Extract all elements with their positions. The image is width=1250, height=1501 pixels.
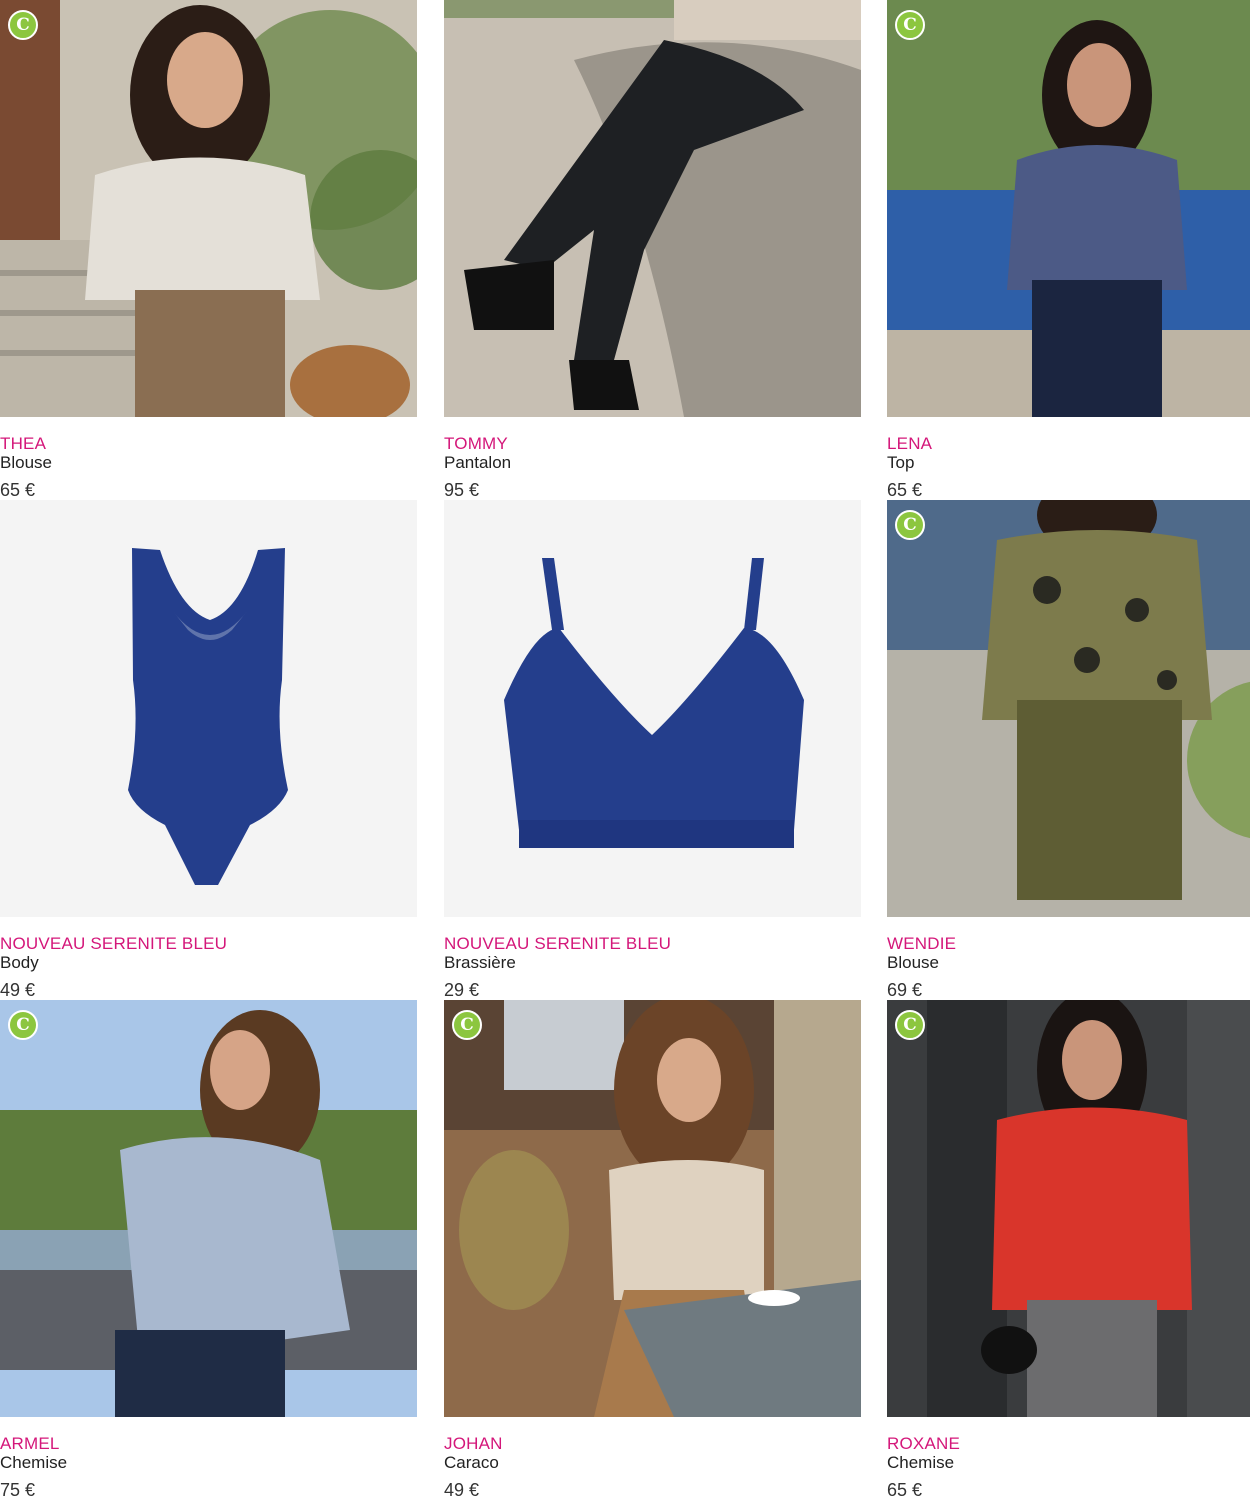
eco-badge-icon: C xyxy=(895,510,925,540)
product-card-serenite-brassiere[interactable]: NOUVEAU SERENITE BLEU Brassière 29 € xyxy=(444,500,861,1000)
product-grid: C THEA Blouse 65 € TOMMY Pantalon 95 € C… xyxy=(0,0,1250,1500)
product-brand[interactable]: LENA xyxy=(887,434,932,454)
product-image[interactable] xyxy=(0,500,417,917)
product-image[interactable] xyxy=(887,1000,1250,1417)
product-type: Chemise xyxy=(887,1453,955,1472)
product-price: 29 € xyxy=(444,980,480,1000)
product-price: 49 € xyxy=(0,980,36,1000)
product-type: Blouse xyxy=(0,453,52,472)
product-brand[interactable]: THEA xyxy=(0,434,46,454)
product-image[interactable] xyxy=(444,500,861,917)
product-card-johan[interactable]: C JOHAN Caraco 49 € xyxy=(444,1000,861,1500)
product-card-wendie[interactable]: C WENDIE Blouse 69 € xyxy=(887,500,1250,1000)
product-price: 65 € xyxy=(887,480,923,500)
product-image[interactable] xyxy=(0,0,417,417)
product-type: Caraco xyxy=(444,1453,499,1472)
product-image[interactable] xyxy=(444,0,861,417)
product-price: 75 € xyxy=(0,1480,36,1500)
eco-badge-icon: C xyxy=(8,10,38,40)
product-card-lena[interactable]: C LENA Top 65 € xyxy=(887,0,1250,500)
product-price: 49 € xyxy=(444,1480,480,1500)
product-card-roxane[interactable]: C ROXANE Chemise 65 € xyxy=(887,1000,1250,1500)
product-brand[interactable]: NOUVEAU SERENITE BLEU xyxy=(0,934,227,954)
product-image[interactable] xyxy=(887,0,1250,417)
product-price: 95 € xyxy=(444,480,480,500)
product-type: Top xyxy=(887,453,915,472)
product-price: 69 € xyxy=(887,980,923,1000)
eco-badge-icon: C xyxy=(8,1010,38,1040)
product-brand[interactable]: NOUVEAU SERENITE BLEU xyxy=(444,934,671,954)
product-card-serenite-body[interactable]: NOUVEAU SERENITE BLEU Body 49 € xyxy=(0,500,417,1000)
eco-badge-icon: C xyxy=(895,1010,925,1040)
product-image[interactable] xyxy=(887,500,1250,917)
product-type: Chemise xyxy=(0,1453,68,1472)
product-image[interactable] xyxy=(0,1000,417,1417)
product-image[interactable] xyxy=(444,1000,861,1417)
product-price: 65 € xyxy=(887,1480,923,1500)
eco-badge-icon: C xyxy=(895,10,925,40)
product-brand[interactable]: ROXANE xyxy=(887,1434,960,1454)
eco-badge-icon: C xyxy=(452,1010,482,1040)
product-card-armel[interactable]: C ARMEL Chemise 75 € xyxy=(0,1000,417,1500)
product-brand[interactable]: JOHAN xyxy=(444,1434,503,1454)
product-card-tommy[interactable]: TOMMY Pantalon 95 € xyxy=(444,0,861,500)
product-brand[interactable]: WENDIE xyxy=(887,934,956,954)
product-card-thea[interactable]: C THEA Blouse 65 € xyxy=(0,0,417,500)
product-brand[interactable]: TOMMY xyxy=(444,434,508,454)
product-type: Blouse xyxy=(887,953,939,972)
product-price: 65 € xyxy=(0,480,36,500)
product-brand[interactable]: ARMEL xyxy=(0,1434,60,1454)
product-type: Brassière xyxy=(444,953,516,972)
product-type: Body xyxy=(0,953,39,972)
product-type: Pantalon xyxy=(444,453,512,472)
